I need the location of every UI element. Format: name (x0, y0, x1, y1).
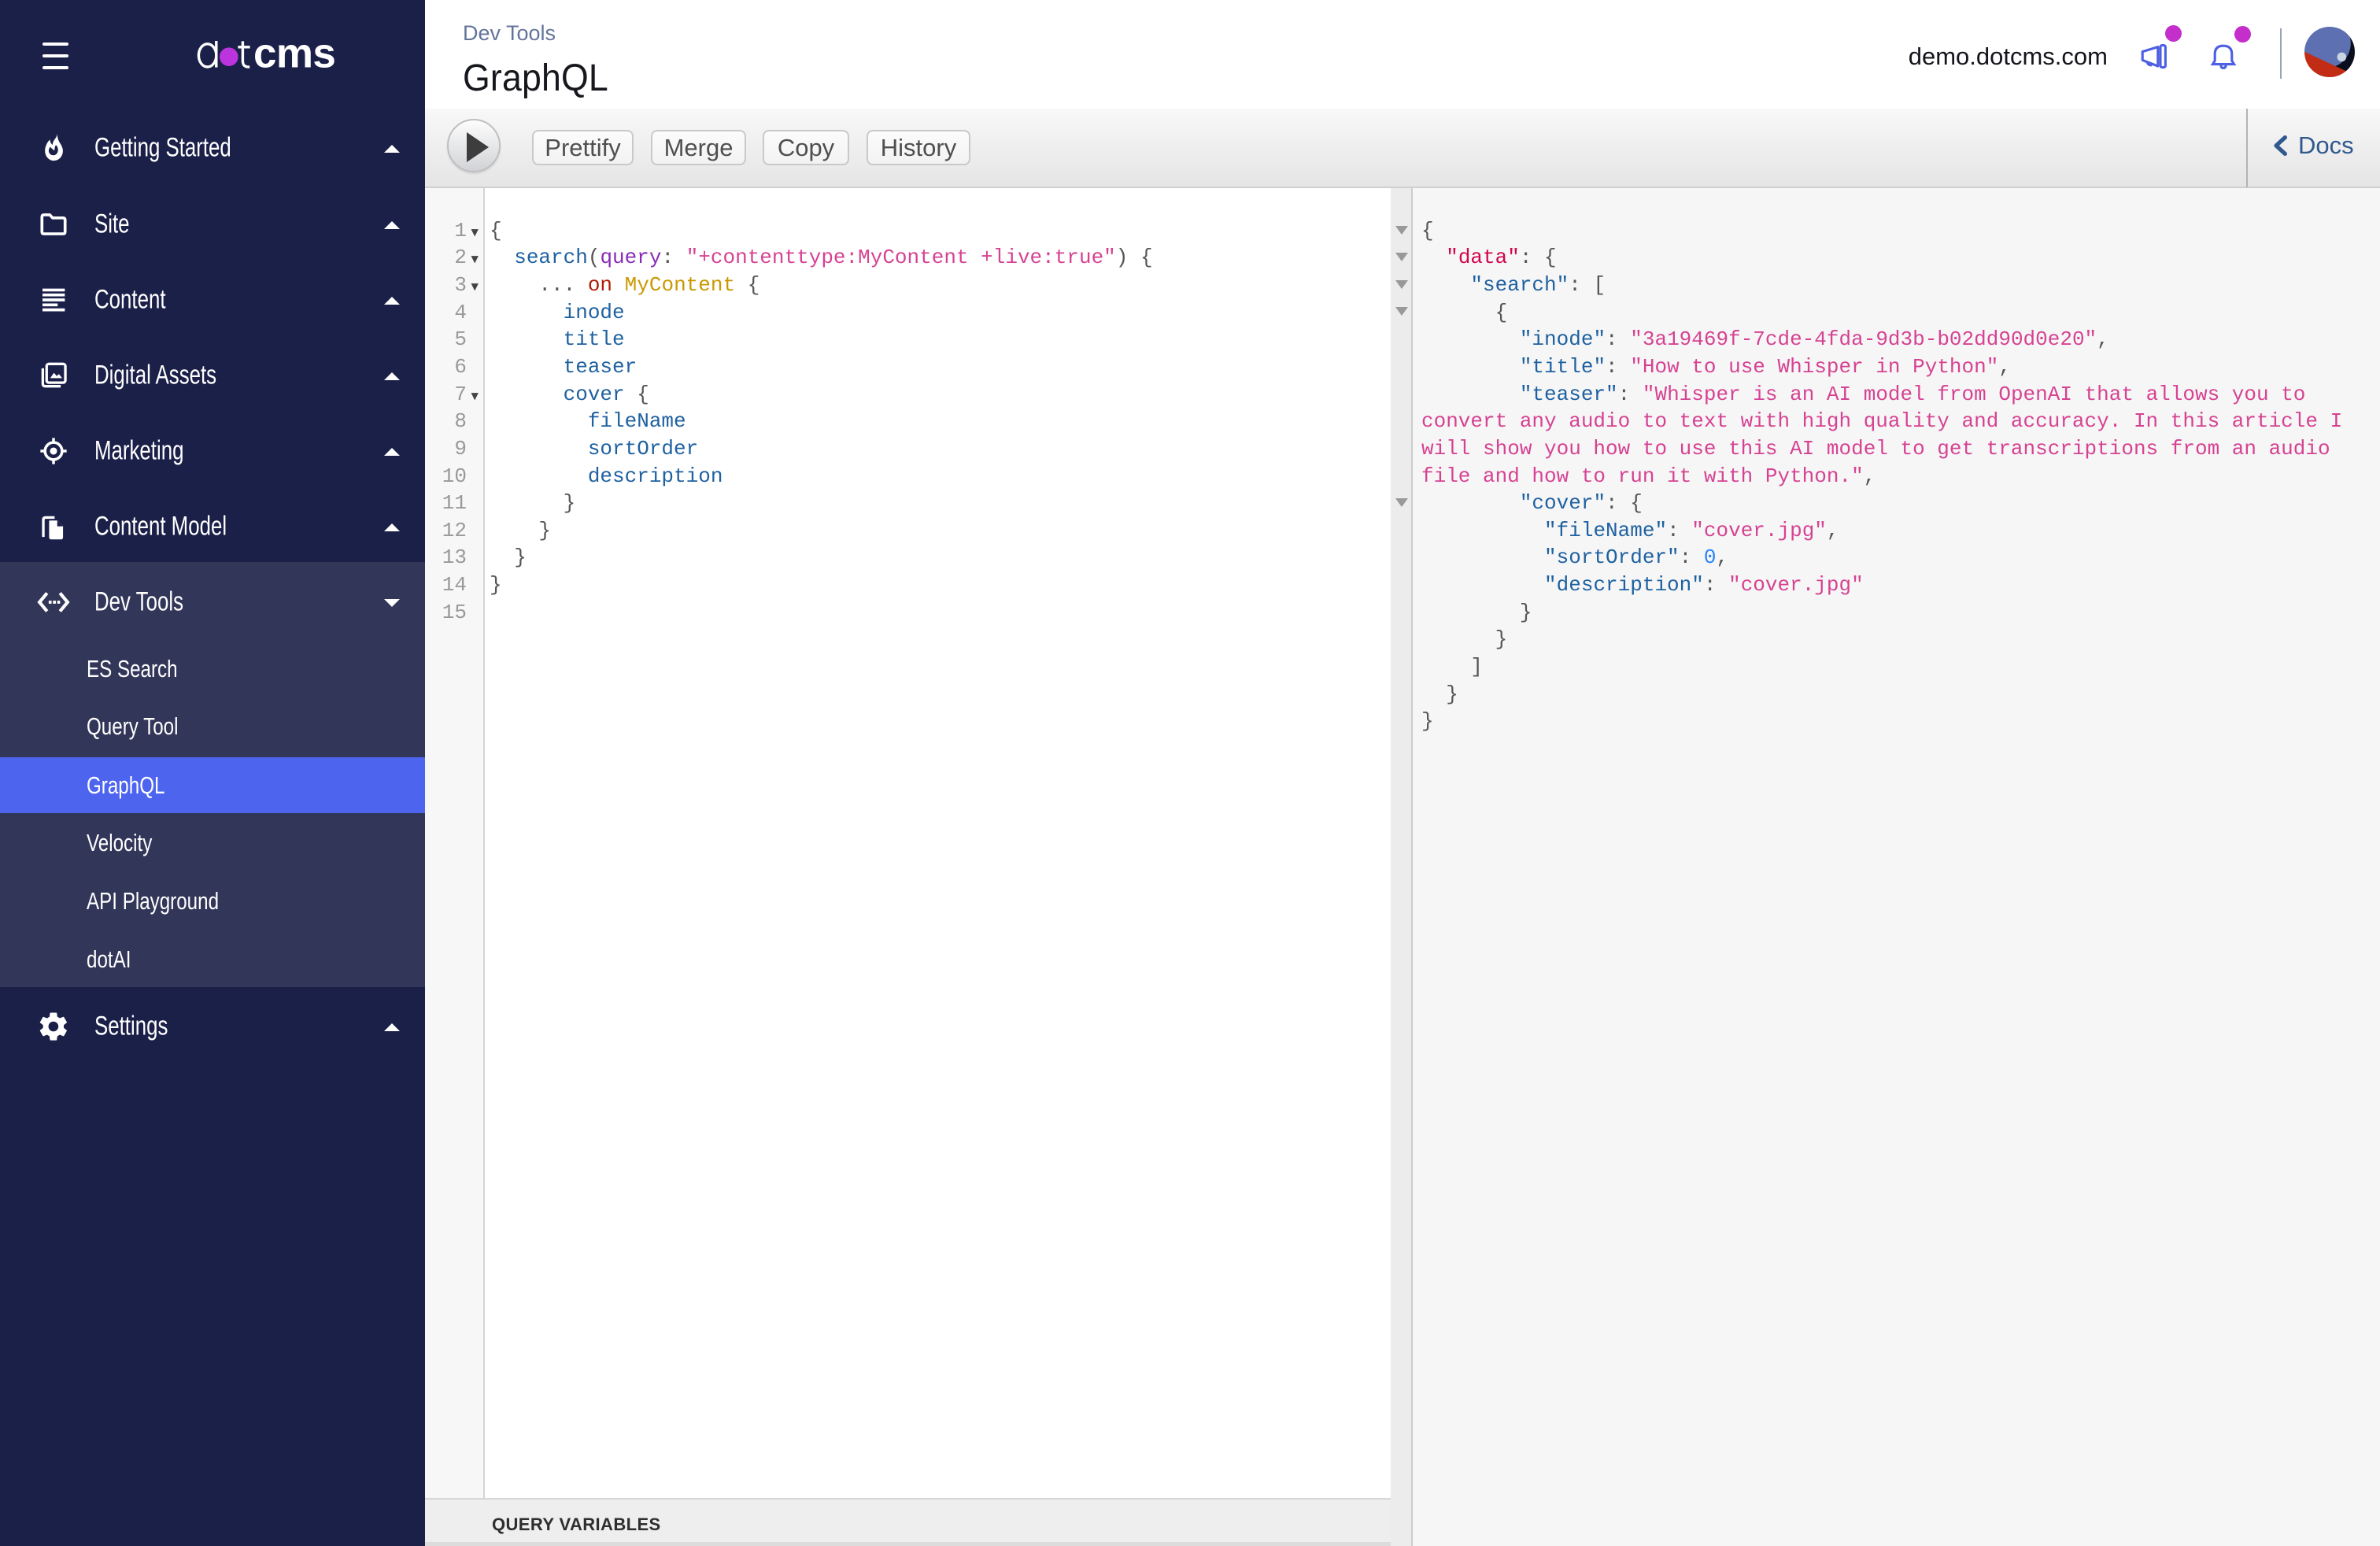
svg-text:cms: cms (253, 38, 335, 72)
